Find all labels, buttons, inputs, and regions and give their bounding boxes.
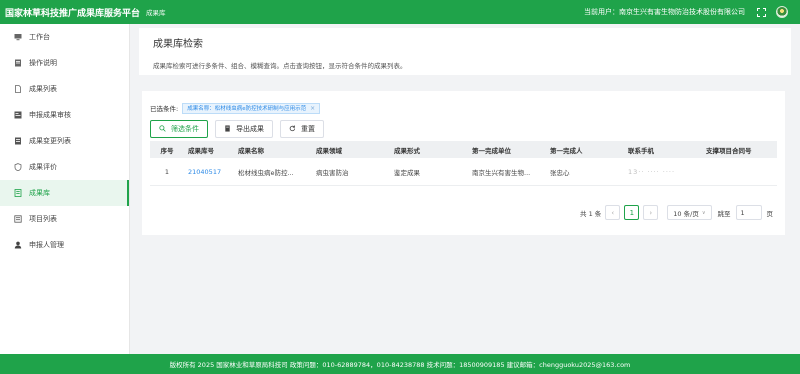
user-area: 当前用户：南京生兴有害生物防治技术股份有限公司: [584, 6, 800, 18]
results-table: 序号 成果库号 成果名称 成果领域 成果形式 第一完成单位 第一完成人 联系手机…: [150, 141, 777, 186]
sidebar-item-projects[interactable]: 项目列表: [0, 206, 129, 232]
sidebar-item-results-list[interactable]: 成果列表: [0, 76, 129, 102]
export-icon: [224, 124, 231, 134]
audit-icon: [13, 111, 22, 120]
pagination: 共 1 条 ‹ 1 › 10 条/页 ∨ 跳至 1 页: [580, 205, 773, 220]
sidebar-item-label: 成果列表: [29, 85, 57, 93]
prev-page-button[interactable]: ‹: [605, 205, 621, 220]
page-size-value: 10 条/页: [673, 209, 699, 218]
sidebar-item-label: 工作台: [29, 33, 50, 41]
sidebar-item-label: 成果库: [29, 189, 50, 197]
sidebar: 工作台 操作说明 成果列表 申报成果审核 成果变更列表 成果评价 成果库 项目列…: [0, 24, 130, 354]
column-header: 成果形式: [394, 146, 420, 155]
breadcrumb: 成果库: [146, 9, 166, 17]
filter-button-label: 筛选条件: [171, 125, 199, 133]
sidebar-item-label: 申报人管理: [29, 241, 64, 249]
column-header: 成果领域: [316, 146, 342, 155]
table-header: 序号 成果库号 成果名称 成果领域 成果形式 第一完成单位 第一完成人 联系手机…: [150, 141, 777, 158]
sidebar-item-manual[interactable]: 操作说明: [0, 50, 129, 76]
sidebar-item-label: 成果评价: [29, 163, 57, 171]
jump-page-input[interactable]: 1: [735, 205, 762, 220]
platform-title: 国家林草科技推广成果库服务平台: [5, 8, 141, 19]
library-icon: [13, 189, 22, 198]
sidebar-item-label: 项目列表: [29, 215, 57, 223]
toolbar: 筛选条件 导出成果 重置: [150, 120, 775, 138]
avatar[interactable]: [776, 6, 788, 18]
cell-form: 鉴定成果: [394, 168, 420, 177]
sidebar-item-library[interactable]: 成果库: [0, 180, 129, 206]
page-description: 成果库检索可进行多条件、组合、模糊查询。点击查询按钮，显示符合条件的成果列表。: [153, 62, 407, 70]
reset-button[interactable]: 重置: [280, 120, 324, 138]
page-size-select[interactable]: 10 条/页 ∨: [667, 205, 712, 220]
export-button[interactable]: 导出成果: [215, 120, 273, 138]
manual-icon: [13, 59, 22, 68]
refresh-icon: [289, 125, 296, 134]
user-icon: [13, 241, 22, 250]
page-title: 成果库检索: [153, 39, 203, 50]
close-icon[interactable]: ×: [310, 105, 315, 112]
sidebar-item-audit[interactable]: 申报成果审核: [0, 102, 129, 128]
sidebar-item-label: 成果变更列表: [29, 137, 71, 145]
condition-tag-text: 成果名称：松材线虫病e防控技术研制与应用示范: [187, 106, 307, 112]
cell-index: 1: [164, 167, 170, 176]
search-icon: [159, 124, 166, 134]
sidebar-item-evaluation[interactable]: 成果评价: [0, 154, 129, 180]
footer-text: 版权所有 2025 国家林业和草原局科技司 政策问题：010-62889784，…: [169, 361, 631, 369]
page-header: 成果库检索 成果库检索可进行多条件、组合、模糊查询。点击查询按钮，显示符合条件的…: [139, 28, 791, 75]
selected-conditions: 已选条件: 成果名称：松材线虫病e防控技术研制与应用示范 ×: [150, 101, 775, 115]
main-content: 成果库检索 成果库检索可进行多条件、组合、模糊查询。点击查询按钮，显示符合条件的…: [130, 24, 800, 354]
total-count: 共 1 条: [580, 209, 602, 218]
change-list-icon: [13, 137, 22, 146]
reset-button-label: 重置: [301, 125, 315, 133]
export-button-label: 导出成果: [236, 125, 264, 133]
column-header: 联系手机: [628, 146, 654, 155]
column-header: 支撑项目合同号: [706, 146, 752, 155]
sidebar-item-change-list[interactable]: 成果变更列表: [0, 128, 129, 154]
cell-first-person: 张忠心: [550, 168, 570, 177]
document-icon: [13, 85, 22, 94]
page-suffix: 页: [766, 209, 774, 218]
cell-phone: 13·· ···· ····: [628, 167, 676, 176]
filter-button[interactable]: 筛选条件: [150, 120, 208, 138]
sidebar-item-workbench[interactable]: 工作台: [0, 24, 129, 50]
monitor-icon: [13, 33, 22, 42]
selected-conditions-label: 已选条件:: [150, 105, 179, 113]
table-row: 1 21040517 松材线虫病e防控... 病虫害防治 鉴定成果 南京生兴有害…: [150, 158, 777, 186]
column-header: 成果库号: [188, 146, 214, 155]
cell-result-name: 松材线虫病e防控...: [238, 168, 294, 177]
sidebar-item-label: 操作说明: [29, 59, 57, 67]
jump-label: 跳至: [717, 209, 731, 218]
footer: 版权所有 2025 国家林业和草原局科技司 政策问题：010-62889784，…: [0, 354, 800, 374]
cell-first-unit: 南京生兴有害生物...: [472, 168, 531, 177]
sidebar-item-label: 申报成果审核: [29, 111, 71, 119]
column-header: 序号: [160, 146, 174, 155]
evaluation-icon: [13, 163, 22, 172]
results-card: 已选条件: 成果名称：松材线虫病e防控技术研制与应用示范 × 筛选条件 导出成果: [142, 91, 785, 235]
page-number-button[interactable]: 1: [624, 205, 640, 220]
current-user-label: 当前用户：南京生兴有害生物防治技术股份有限公司: [584, 8, 745, 16]
column-header: 第一完成人: [550, 146, 583, 155]
condition-tag[interactable]: 成果名称：松材线虫病e防控技术研制与应用示范 ×: [182, 102, 321, 114]
column-header: 第一完成单位: [472, 146, 511, 155]
fullscreen-icon[interactable]: [757, 7, 766, 17]
chevron-down-icon: ∨: [701, 209, 706, 216]
cell-field: 病虫害防治: [316, 168, 349, 177]
sidebar-item-applicants[interactable]: 申报人管理: [0, 232, 129, 258]
next-page-button[interactable]: ›: [643, 205, 659, 220]
cell-library-number-link[interactable]: 21040517: [184, 168, 234, 176]
project-list-icon: [13, 215, 22, 224]
column-header: 成果名称: [238, 146, 264, 155]
top-bar: 国家林草科技推广成果库服务平台 成果库 当前用户：南京生兴有害生物防治技术股份有…: [0, 0, 800, 24]
